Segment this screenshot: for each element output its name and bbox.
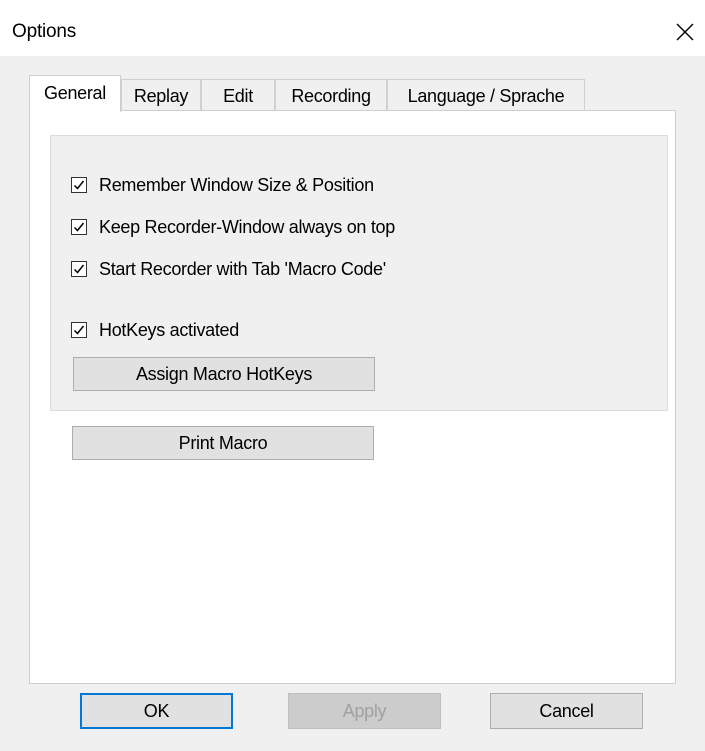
checkmark-icon (73, 264, 85, 274)
checkbox-box[interactable] (71, 219, 87, 235)
checkmark-icon (73, 180, 85, 190)
checkbox-keep-on-top[interactable]: Keep Recorder-Window always on top (71, 215, 395, 239)
checkbox-box[interactable] (71, 322, 87, 338)
checkmark-icon (73, 325, 85, 335)
general-tab-page: Remember Window Size & Position Keep Rec… (29, 110, 676, 684)
tab-strip: General Replay Edit Recording Language /… (29, 75, 589, 112)
tab-general[interactable]: General (29, 75, 121, 112)
general-options-group: Remember Window Size & Position Keep Rec… (50, 135, 668, 411)
options-dialog: Options General Replay Edit Recording La… (0, 0, 705, 751)
tab-edit[interactable]: Edit (201, 79, 275, 111)
title-bar: Options (0, 0, 705, 56)
checkbox-box[interactable] (71, 177, 87, 193)
close-button[interactable] (665, 10, 705, 54)
window-title: Options (12, 21, 77, 42)
close-icon (676, 23, 694, 41)
ok-button[interactable]: OK (80, 693, 233, 729)
checkbox-remember-window[interactable]: Remember Window Size & Position (71, 173, 374, 197)
apply-button[interactable]: Apply (288, 693, 441, 729)
checkbox-box[interactable] (71, 261, 87, 277)
checkbox-label: Keep Recorder-Window always on top (99, 216, 395, 237)
assign-macro-hotkeys-button[interactable]: Assign Macro HotKeys (73, 357, 375, 391)
tab-recording[interactable]: Recording (275, 79, 387, 111)
tab-replay[interactable]: Replay (121, 79, 201, 111)
checkbox-label: Start Recorder with Tab 'Macro Code' (99, 258, 386, 279)
checkmark-icon (73, 222, 85, 232)
checkbox-start-macro-code[interactable]: Start Recorder with Tab 'Macro Code' (71, 257, 386, 281)
checkbox-label: HotKeys activated (99, 319, 239, 340)
checkbox-hotkeys-activated[interactable]: HotKeys activated (71, 318, 239, 342)
tab-language[interactable]: Language / Sprache (387, 79, 585, 111)
cancel-button[interactable]: Cancel (490, 693, 643, 729)
checkbox-label: Remember Window Size & Position (99, 174, 374, 195)
print-macro-button[interactable]: Print Macro (72, 426, 374, 460)
